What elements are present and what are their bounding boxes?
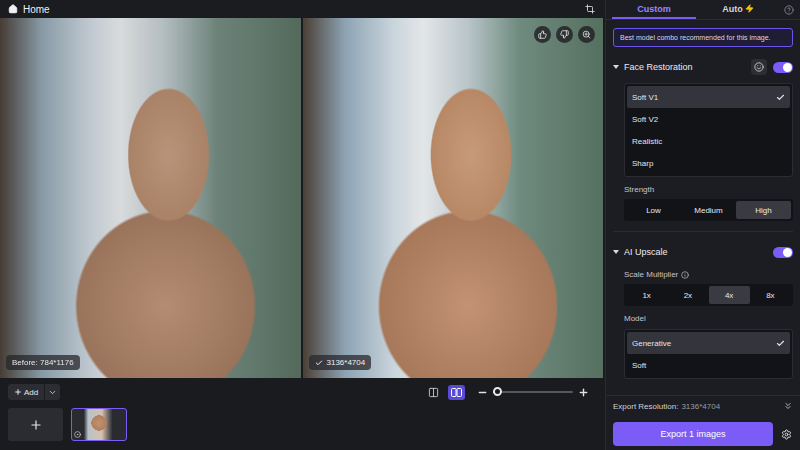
- mode-tabs: CustomAuto: [606, 0, 800, 20]
- bottom-bar: Add: [0, 378, 605, 450]
- mode-tab[interactable]: Custom: [612, 0, 696, 19]
- thumbs-up-icon: [538, 30, 547, 39]
- section-controls: [751, 59, 793, 75]
- face-button[interactable]: [751, 59, 767, 75]
- compare-view: Before: 784*1176 3136*4704: [0, 18, 605, 378]
- collapse-icon[interactable]: [613, 249, 619, 255]
- export-button[interactable]: Export 1 images: [613, 422, 773, 446]
- toggle-switch[interactable]: [773, 247, 793, 258]
- field-label: Strength: [624, 185, 793, 194]
- view-controls: [425, 385, 597, 400]
- zoom-in-icon: [582, 30, 591, 39]
- expand-icon[interactable]: [783, 401, 793, 411]
- image-thumbnail[interactable]: [71, 408, 127, 441]
- plus-icon: [29, 418, 43, 432]
- section-title[interactable]: AI Upscale: [613, 247, 668, 257]
- zoom-slider[interactable]: [493, 391, 573, 393]
- export-footer: Export Resolution:3136*4704 Export 1 imag…: [606, 395, 800, 450]
- view-mode-button[interactable]: [448, 385, 465, 400]
- option-row[interactable]: Generative: [627, 332, 790, 354]
- before-image: Before: 784*1176: [0, 18, 301, 378]
- segment-button[interactable]: 1x: [626, 286, 667, 304]
- option-row[interactable]: Soft V2: [627, 108, 790, 130]
- option-row[interactable]: Realistic: [627, 130, 790, 152]
- check-icon: [776, 339, 785, 348]
- chevron-down-icon: [48, 388, 57, 397]
- segment-button[interactable]: 4x: [709, 286, 750, 304]
- lightning-icon: [745, 4, 754, 13]
- view-mode-button[interactable]: [425, 385, 442, 400]
- option-list: Soft V1Soft V2RealisticSharp: [624, 83, 793, 177]
- minus-icon[interactable]: [477, 387, 488, 398]
- help-button[interactable]: [780, 0, 794, 19]
- plus-icon: [14, 388, 22, 396]
- option-row[interactable]: Soft V1: [627, 86, 790, 108]
- segmented-control: LowMediumHigh: [624, 199, 793, 221]
- zoom-knob[interactable]: [493, 387, 502, 396]
- plus-icon[interactable]: [578, 387, 589, 398]
- after-image: 3136*4704: [303, 18, 604, 378]
- segment-button[interactable]: Medium: [681, 201, 736, 219]
- after-label: 3136*4704: [309, 355, 372, 370]
- toolbar: Add: [8, 384, 597, 400]
- resolution-text: Export Resolution:3136*4704: [613, 402, 720, 411]
- section-header: Face Restoration: [613, 57, 793, 77]
- zoom-control: [477, 387, 589, 398]
- check-icon: [315, 359, 323, 367]
- section-header: AI Upscale: [613, 242, 793, 262]
- option-row[interactable]: Sharp: [627, 152, 790, 174]
- split-view-icon: [428, 387, 439, 398]
- section-title[interactable]: Face Restoration: [613, 62, 693, 72]
- toggle-knob: [783, 63, 792, 72]
- mode-tab[interactable]: Auto: [696, 0, 780, 19]
- add-button[interactable]: Add: [8, 384, 44, 400]
- settings-button[interactable]: [779, 429, 793, 440]
- collapse-icon[interactable]: [613, 64, 619, 70]
- info-icon[interactable]: [681, 271, 689, 279]
- add-group: Add: [8, 384, 60, 400]
- image-tools: [534, 26, 595, 43]
- thumbnail-badge: [74, 431, 81, 438]
- status-icon: [74, 431, 81, 438]
- home-link[interactable]: Home: [8, 4, 50, 15]
- check-icon: [776, 93, 785, 102]
- add-image-tile[interactable]: [8, 408, 63, 441]
- thumbnail-strip: [8, 408, 597, 441]
- panel-body: Best model combo recommended for this im…: [606, 20, 800, 395]
- toggle-knob: [783, 248, 792, 257]
- like-button[interactable]: [534, 26, 551, 43]
- segment-button[interactable]: High: [736, 201, 791, 219]
- segment-button[interactable]: 8x: [750, 286, 791, 304]
- gear-icon: [781, 429, 792, 440]
- face-icon: [754, 62, 764, 72]
- side-by-side-icon: [451, 388, 462, 397]
- app-window: Home Before: 784*1176 3136*4704 Add CustomAu…: [0, 0, 800, 450]
- option-list: GenerativeSoft: [624, 329, 793, 379]
- toggle-switch[interactable]: [773, 62, 793, 73]
- thumbs-down-icon: [560, 30, 569, 39]
- recommendation-banner: Best model combo recommended for this im…: [613, 28, 793, 47]
- dislike-button[interactable]: [556, 26, 573, 43]
- export-resolution: Export Resolution:3136*4704: [613, 396, 793, 416]
- segmented-control: 1x2x4x8x: [624, 284, 793, 306]
- settings-panel: CustomAuto Best model combo recommended f…: [605, 0, 800, 450]
- crop-icon[interactable]: [585, 4, 595, 14]
- field-label: Scale Multiplier: [624, 270, 793, 279]
- top-bar: Home: [0, 0, 605, 18]
- add-menu-button[interactable]: [45, 384, 60, 400]
- segment-button[interactable]: Low: [626, 201, 681, 219]
- divider: [613, 231, 793, 232]
- zoom-button[interactable]: [578, 26, 595, 43]
- export-row: Export 1 images: [613, 422, 793, 446]
- segment-button[interactable]: 2x: [667, 286, 708, 304]
- field-label: Model: [624, 314, 793, 323]
- help-icon: [784, 5, 794, 15]
- workspace: Home Before: 784*1176 3136*4704 Add: [0, 0, 605, 450]
- home-icon: [8, 4, 18, 14]
- before-label: Before: 784*1176: [6, 355, 80, 370]
- option-row[interactable]: Soft: [627, 354, 790, 376]
